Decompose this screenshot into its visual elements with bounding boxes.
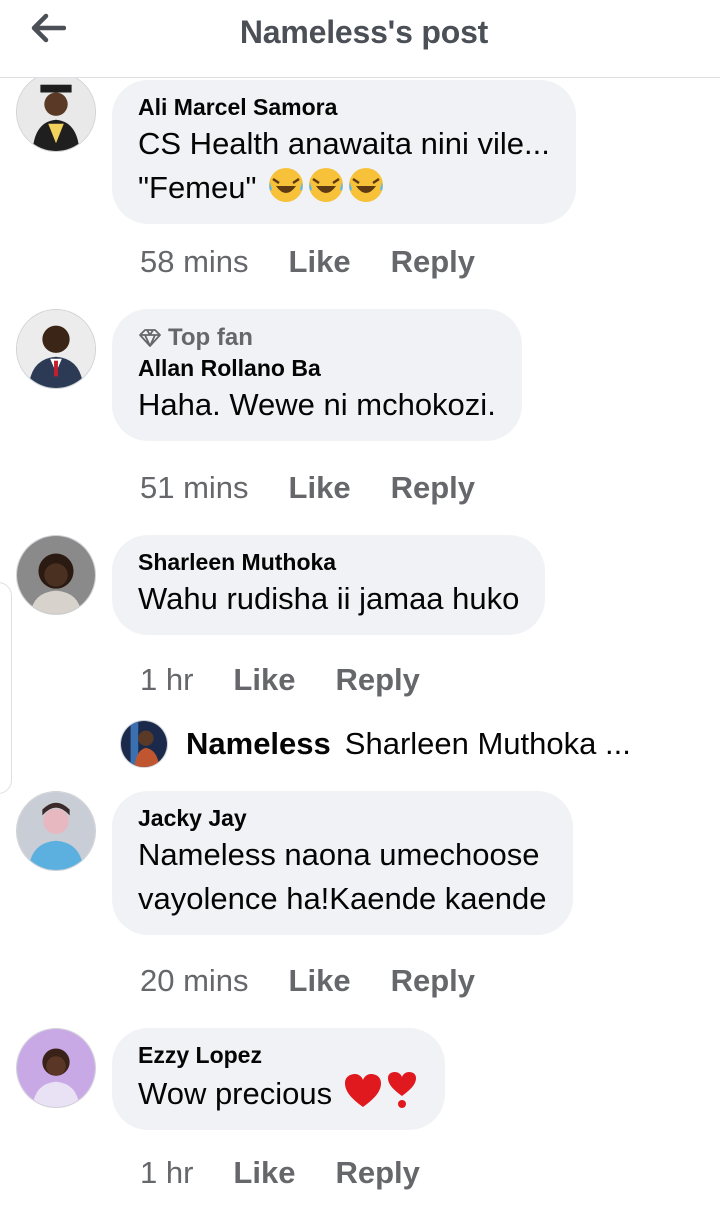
comment-author[interactable]: Ali Marcel Samora bbox=[138, 92, 550, 122]
comment-time[interactable]: 51 mins bbox=[140, 470, 249, 506]
comment-actions: 1 hr Like Reply bbox=[140, 1155, 420, 1191]
like-button[interactable]: Like bbox=[233, 662, 295, 698]
comment-text: vayolence ha!Kaende kaende bbox=[138, 881, 547, 916]
reply-button[interactable]: Reply bbox=[391, 470, 475, 506]
comment-actions: 51 mins Like Reply bbox=[140, 470, 475, 506]
comment-bubble[interactable]: Ezzy Lopez Wow precious bbox=[112, 1028, 445, 1130]
comment-text: "Femeu" bbox=[138, 166, 550, 210]
comment-text: Nameless naona umechoose bbox=[138, 837, 540, 872]
like-button[interactable]: Like bbox=[289, 963, 351, 999]
comment-actions: 20 mins Like Reply bbox=[140, 963, 475, 999]
reply-button[interactable]: Reply bbox=[391, 963, 475, 999]
view-replies-row[interactable]: Nameless Sharleen Muthoka ... bbox=[120, 720, 631, 768]
comment-text: Wahu rudisha ii jamaa huko bbox=[138, 581, 520, 616]
edge-panel bbox=[0, 582, 12, 794]
comment-bubble[interactable]: Ali Marcel Samora CS Health anawaita nin… bbox=[112, 80, 576, 224]
comment-text: Haha. Wewe ni mchokozi. bbox=[138, 387, 496, 422]
comment-text: CS Health anawaita nini vile... bbox=[138, 126, 550, 161]
laughing-emoji-icon bbox=[269, 168, 304, 202]
comment-bubble[interactable]: Sharleen Muthoka Wahu rudisha ii jamaa h… bbox=[112, 535, 546, 635]
diamond-icon bbox=[139, 329, 161, 347]
avatar[interactable] bbox=[120, 720, 168, 768]
comment-author[interactable]: Jacky Jay bbox=[138, 803, 547, 833]
reply-preview-text: Sharleen Muthoka ... bbox=[344, 726, 631, 761]
red-heart-icon bbox=[344, 1074, 381, 1107]
comment-author[interactable]: Sharleen Muthoka bbox=[138, 547, 519, 577]
laughing-emoji-icon bbox=[309, 168, 344, 202]
avatar[interactable] bbox=[16, 791, 96, 871]
top-bar: Nameless's post bbox=[0, 0, 720, 78]
top-fan-badge: Top fan bbox=[138, 323, 496, 353]
avatar[interactable] bbox=[16, 309, 96, 389]
avatar[interactable] bbox=[16, 1028, 96, 1108]
like-button[interactable]: Like bbox=[289, 470, 351, 506]
comment-bubble[interactable]: Jacky Jay Nameless naona umechoose vayol… bbox=[112, 791, 573, 935]
page-title: Nameless's post bbox=[239, 14, 489, 50]
comment-time[interactable]: 1 hr bbox=[140, 662, 193, 698]
reply-button[interactable]: Reply bbox=[335, 1155, 419, 1191]
comment-author[interactable]: Ezzy Lopez bbox=[138, 1040, 419, 1070]
comment-bubble[interactable]: Top fan Allan Rollano Ba Haha. Wewe ni m… bbox=[112, 309, 522, 441]
reply-button[interactable]: Reply bbox=[391, 244, 475, 280]
comment-actions: 58 mins Like Reply bbox=[140, 244, 475, 280]
comment-text: Wow precious bbox=[138, 1070, 419, 1116]
comment-time[interactable]: 58 mins bbox=[140, 244, 249, 280]
reply-author[interactable]: Nameless bbox=[186, 726, 331, 762]
avatar[interactable] bbox=[16, 72, 96, 152]
comment-author[interactable]: Allan Rollano Ba bbox=[138, 353, 496, 383]
comment-time[interactable]: 1 hr bbox=[140, 1155, 193, 1191]
avatar[interactable] bbox=[16, 535, 96, 615]
like-button[interactable]: Like bbox=[233, 1155, 295, 1191]
like-button[interactable]: Like bbox=[289, 244, 351, 280]
comment-actions: 1 hr Like Reply bbox=[140, 662, 420, 698]
comment-time[interactable]: 20 mins bbox=[140, 963, 249, 999]
reply-button[interactable]: Reply bbox=[335, 662, 419, 698]
laughing-emoji-icon bbox=[349, 168, 384, 202]
heart-exclamation-icon bbox=[387, 1072, 416, 1108]
